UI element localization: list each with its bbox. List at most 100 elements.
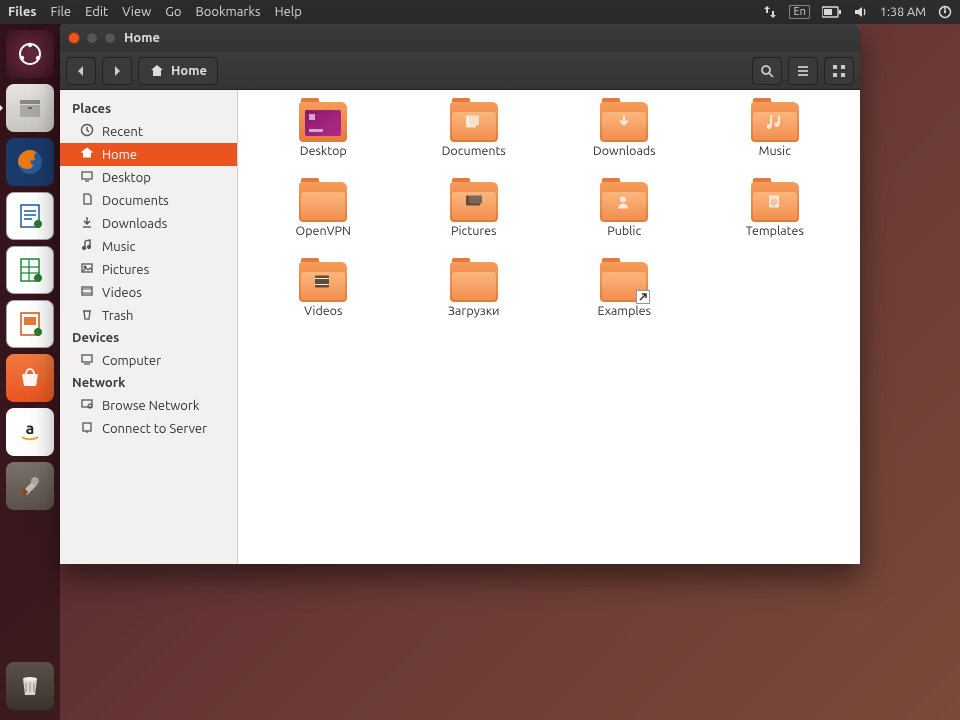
folder-label: Downloads <box>593 144 656 158</box>
trash-icon <box>80 307 94 324</box>
menubar-left: Files File Edit View Go Bookmarks Help <box>8 5 302 19</box>
sidebar-heading-places: Places <box>60 98 237 120</box>
sidebar-item-recent[interactable]: Recent <box>60 120 237 143</box>
folder-label: Music <box>759 144 791 158</box>
nautilus-window: Home Home Places Recent Home Desktop Docume… <box>60 24 860 564</box>
folder-item[interactable]: Public <box>549 182 700 258</box>
sidebar-item-label: Videos <box>102 286 142 300</box>
launcher-amazon[interactable]: a <box>6 408 54 456</box>
sidebar-item-download[interactable]: Downloads <box>60 212 237 235</box>
window-maximize-button[interactable] <box>104 32 116 44</box>
folder-item[interactable]: Загрузки <box>399 262 550 338</box>
session-indicator-icon[interactable] <box>938 5 952 19</box>
folder-label: Videos <box>304 304 342 318</box>
download-icon <box>80 215 94 232</box>
menu-go[interactable]: Go <box>165 5 181 19</box>
search-button[interactable] <box>752 57 782 85</box>
sidebar-item-label: Connect to Server <box>102 422 207 436</box>
volume-indicator-icon[interactable] <box>854 5 868 19</box>
launcher-dash[interactable] <box>6 30 54 78</box>
battery-indicator-icon[interactable] <box>822 6 842 18</box>
menubar-right: En 1:38 AM <box>763 5 952 19</box>
keyboard-indicator[interactable]: En <box>789 5 809 19</box>
sidebar-item-label: Music <box>102 240 136 254</box>
sidebar-heading-network: Network <box>60 372 237 394</box>
launcher-settings[interactable] <box>6 462 54 510</box>
launcher-software-center[interactable] <box>6 354 54 402</box>
global-menubar: Files File Edit View Go Bookmarks Help E… <box>0 0 960 24</box>
folder-item[interactable]: Desktop <box>248 102 399 178</box>
content-grid[interactable]: Desktop Documents Downloads Music OpenVPN Pic… <box>238 90 860 564</box>
recent-icon <box>80 123 94 140</box>
server-icon <box>80 420 94 437</box>
link-overlay-icon <box>636 290 650 304</box>
launcher-impress[interactable] <box>6 300 54 348</box>
view-list-button[interactable] <box>788 57 818 85</box>
path-segment-home[interactable]: Home <box>138 57 218 85</box>
menu-edit[interactable]: Edit <box>85 5 108 19</box>
folder-item[interactable]: @ Templates <box>700 182 851 258</box>
launcher-trash[interactable] <box>6 662 54 710</box>
window-titlebar[interactable]: Home <box>60 24 860 52</box>
folder-label: Templates <box>746 224 804 238</box>
view-grid-button[interactable] <box>824 57 854 85</box>
sidebar-item-browse[interactable]: Browse Network <box>60 394 237 417</box>
folder-icon <box>299 102 347 142</box>
launcher-calc[interactable] <box>6 246 54 294</box>
forward-button[interactable] <box>102 57 132 85</box>
sidebar-item-label: Desktop <box>102 171 151 185</box>
launcher-files[interactable] <box>6 84 54 132</box>
unity-launcher: a <box>0 24 60 720</box>
folder-icon <box>299 182 347 222</box>
sidebar-item-doc[interactable]: Documents <box>60 189 237 212</box>
folder-label: Загрузки <box>448 304 500 318</box>
menu-file[interactable]: File <box>50 5 71 19</box>
clock-indicator[interactable]: 1:38 AM <box>880 5 926 19</box>
folder-item[interactable]: Documents <box>399 102 550 178</box>
folder-item[interactable]: Examples <box>549 262 700 338</box>
sidebar-item-pictures[interactable]: Pictures <box>60 258 237 281</box>
sidebar-item-trash[interactable]: Trash <box>60 304 237 327</box>
folder-item[interactable]: Videos <box>248 262 399 338</box>
sidebar-item-label: Home <box>102 148 137 162</box>
folder-label: Pictures <box>451 224 496 238</box>
sidebar-item-desktop[interactable]: Desktop <box>60 166 237 189</box>
sidebar-item-computer[interactable]: Computer <box>60 349 237 372</box>
folder-item[interactable]: OpenVPN <box>248 182 399 258</box>
window-close-button[interactable] <box>68 32 80 44</box>
folder-label: Desktop <box>300 144 347 158</box>
network-indicator-icon[interactable] <box>763 5 777 19</box>
menu-help[interactable]: Help <box>275 5 302 19</box>
svg-text:@: @ <box>770 198 778 207</box>
folder-item[interactable]: Music <box>700 102 851 178</box>
folder-icon <box>600 182 648 222</box>
videos-icon <box>80 284 94 301</box>
folder-label: Documents <box>442 144 506 158</box>
sidebar-item-home[interactable]: Home <box>60 143 237 166</box>
sidebar-item-label: Computer <box>102 354 161 368</box>
launcher-firefox[interactable] <box>6 138 54 186</box>
doc-icon <box>80 192 94 209</box>
sidebar-item-label: Documents <box>102 194 169 208</box>
folder-icon <box>600 102 648 142</box>
window-title: Home <box>124 31 160 45</box>
music-icon <box>80 238 94 255</box>
home-icon <box>80 146 94 163</box>
sidebar-item-server[interactable]: Connect to Server <box>60 417 237 440</box>
menubar-app-name: Files <box>8 5 36 19</box>
folder-icon <box>600 262 648 302</box>
menu-bookmarks[interactable]: Bookmarks <box>195 5 260 19</box>
home-icon <box>149 63 165 79</box>
menu-view[interactable]: View <box>122 5 151 19</box>
desktop-icon <box>80 169 94 186</box>
folder-icon <box>450 102 498 142</box>
sidebar-item-videos[interactable]: Videos <box>60 281 237 304</box>
launcher-writer[interactable] <box>6 192 54 240</box>
folder-icon <box>450 262 498 302</box>
window-minimize-button[interactable] <box>86 32 98 44</box>
sidebar-item-label: Pictures <box>102 263 149 277</box>
folder-item[interactable]: Downloads <box>549 102 700 178</box>
back-button[interactable] <box>66 57 96 85</box>
folder-item[interactable]: Pictures <box>399 182 550 258</box>
sidebar-item-music[interactable]: Music <box>60 235 237 258</box>
